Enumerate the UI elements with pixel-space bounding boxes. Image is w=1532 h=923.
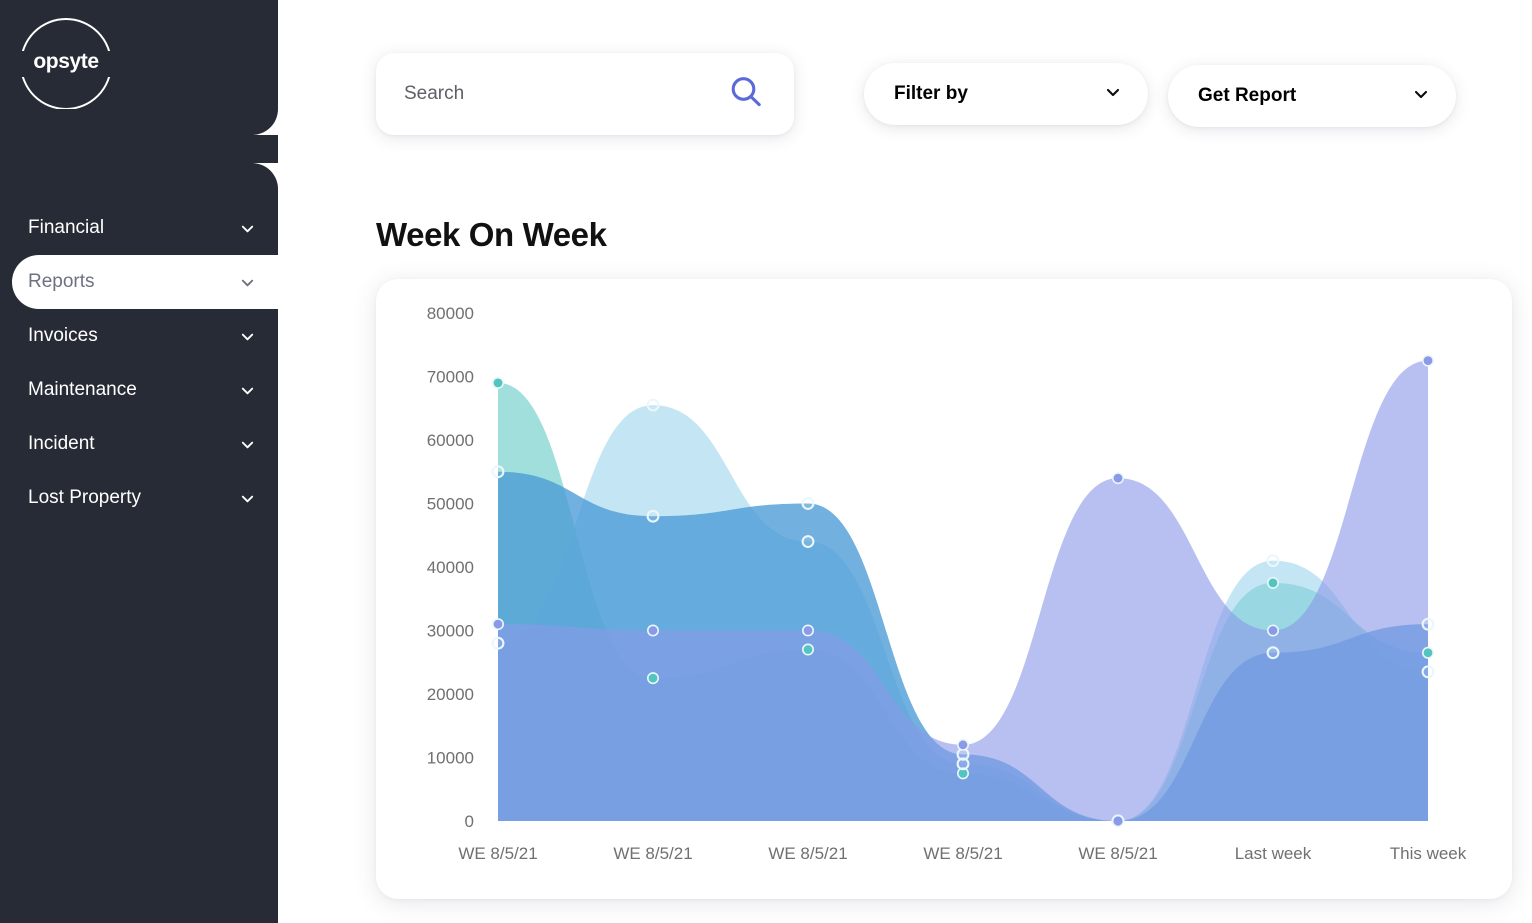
- nav-notch-top: [0, 109, 278, 135]
- page-title: Week On Week: [376, 216, 607, 253]
- sidebar: opsyte Staff Financial Reports Invoices Main…: [0, 0, 318, 923]
- x-axis-tick-label: This week: [1390, 844, 1467, 863]
- data-point[interactable]: [1111, 814, 1125, 828]
- app-root: Filter by Get Report Week On Week: [0, 0, 1532, 923]
- data-point[interactable]: [1421, 617, 1435, 631]
- data-point[interactable]: [1422, 646, 1435, 659]
- data-point[interactable]: [956, 738, 969, 751]
- main-panel: Filter by Get Report Week On Week: [278, 0, 1532, 923]
- sidebar-item-label: Incident: [28, 433, 95, 454]
- chevron-down-icon[interactable]: [239, 220, 256, 237]
- data-point[interactable]: [1422, 354, 1435, 367]
- data-point[interactable]: [801, 535, 815, 549]
- data-point[interactable]: [1111, 472, 1124, 485]
- x-axis-tick-label: WE 8/5/21: [923, 844, 1002, 863]
- data-point[interactable]: [492, 376, 505, 389]
- search-icon[interactable]: [728, 74, 764, 115]
- chevron-down-icon[interactable]: [239, 166, 256, 183]
- sidebar-item-maintenance[interactable]: Maintenance: [0, 363, 278, 417]
- data-point[interactable]: [491, 636, 505, 650]
- search-box[interactable]: [376, 53, 794, 135]
- data-point[interactable]: [801, 624, 814, 637]
- brand-name: opsyte: [33, 50, 99, 73]
- y-axis-tick-label: 80000: [427, 304, 474, 323]
- data-point[interactable]: [646, 672, 659, 685]
- data-point[interactable]: [646, 624, 659, 637]
- data-point[interactable]: [1266, 576, 1279, 589]
- chevron-down-icon[interactable]: [239, 328, 256, 345]
- sidebar-item-staff[interactable]: Staff: [0, 147, 278, 201]
- x-axis-tick-label: WE 8/5/21: [1078, 844, 1157, 863]
- y-axis-tick-label: 10000: [427, 749, 474, 768]
- y-axis-tick-label: 50000: [427, 495, 474, 514]
- x-axis-tick-label: WE 8/5/21: [768, 844, 847, 863]
- brand-logo[interactable]: opsyte: [16, 18, 116, 110]
- sidebar-item-label: Maintenance: [28, 379, 137, 400]
- sidebar-item-lost-property[interactable]: Lost Property: [0, 471, 278, 525]
- y-axis-tick-label: 70000: [427, 368, 474, 387]
- sidebar-item-label: Lost Property: [28, 487, 141, 508]
- search-input[interactable]: [404, 83, 728, 105]
- data-point[interactable]: [1421, 665, 1435, 679]
- sidebar-item-label: Financial: [28, 217, 105, 238]
- y-axis-tick-label: 20000: [427, 685, 474, 704]
- chevron-down-icon[interactable]: [239, 490, 256, 507]
- y-axis-tick-label: 0: [465, 812, 474, 831]
- filter-by-dropdown[interactable]: Filter by: [864, 63, 1148, 125]
- x-axis-tick-label: WE 8/5/21: [458, 844, 537, 863]
- sidebar-item-incident[interactable]: Incident: [0, 417, 278, 471]
- data-point[interactable]: [491, 465, 505, 479]
- data-point[interactable]: [492, 618, 505, 631]
- sidebar-item-financial[interactable]: Financial: [0, 201, 278, 255]
- filter-by-label: Filter by: [894, 83, 968, 104]
- get-report-dropdown[interactable]: Get Report: [1168, 65, 1456, 127]
- sidebar-item-invoices[interactable]: Invoices: [0, 309, 278, 363]
- sidebar-item-label: Reports: [28, 271, 95, 292]
- week-on-week-area-chart: 0 10000 20000 30000 40000 50000 60000 70000 8000…: [427, 304, 1467, 863]
- chevron-down-icon[interactable]: [1412, 85, 1430, 108]
- data-point[interactable]: [646, 398, 660, 412]
- data-point[interactable]: [801, 643, 814, 656]
- topbar: Filter by Get Report: [376, 53, 1486, 139]
- chevron-down-icon[interactable]: [239, 274, 256, 291]
- get-report-label: Get Report: [1198, 85, 1297, 106]
- data-point[interactable]: [1266, 624, 1279, 637]
- data-point[interactable]: [801, 497, 815, 510]
- sidebar-item-reports[interactable]: Reports: [0, 255, 318, 309]
- sidebar-item-label: Staff: [28, 163, 67, 184]
- chevron-down-icon[interactable]: [1104, 83, 1122, 106]
- data-point[interactable]: [1266, 646, 1280, 660]
- y-axis-tick-label: 30000: [427, 622, 474, 641]
- y-axis-tick-label: 60000: [427, 431, 474, 450]
- chart-card: 0 10000 20000 30000 40000 50000 60000 70000 8000…: [376, 279, 1512, 899]
- x-axis-tick-label: WE 8/5/21: [613, 844, 692, 863]
- chevron-down-icon[interactable]: [239, 436, 256, 453]
- sidebar-nav: Staff Financial Reports Invoices Maintenance…: [0, 147, 318, 525]
- x-axis-tick-label: Last week: [1235, 844, 1312, 863]
- y-axis-tick-label: 40000: [427, 558, 474, 577]
- data-point[interactable]: [1266, 554, 1280, 568]
- chevron-down-icon[interactable]: [239, 382, 256, 399]
- sidebar-item-label: Invoices: [28, 325, 98, 346]
- data-point[interactable]: [646, 509, 660, 523]
